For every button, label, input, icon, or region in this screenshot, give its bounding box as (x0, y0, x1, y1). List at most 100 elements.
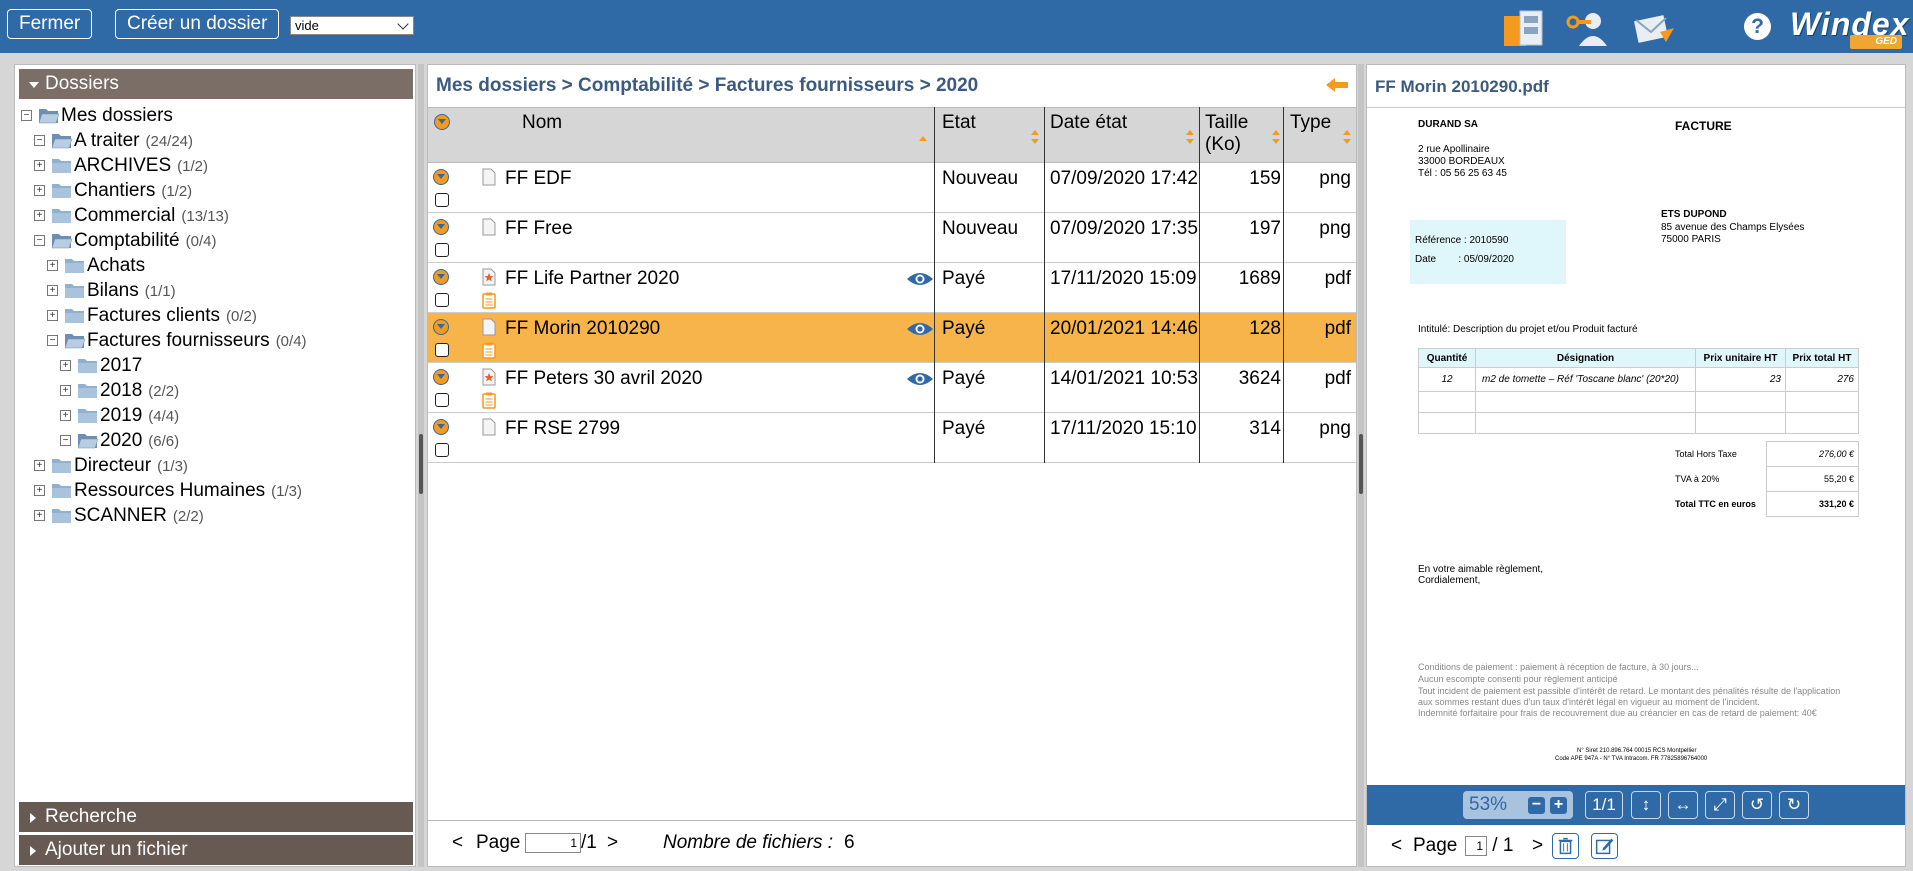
fit-width-icon[interactable]: ↔ (1668, 791, 1698, 819)
column-divider[interactable] (934, 107, 935, 463)
page-indicator-button[interactable]: 1/1 (1585, 791, 1623, 819)
column-divider[interactable] (1044, 107, 1045, 463)
column-divider[interactable] (1283, 107, 1284, 463)
prev-page-button[interactable]: < (452, 821, 463, 865)
expand-icon[interactable]: + (60, 410, 71, 421)
row-checkbox[interactable] (435, 443, 449, 457)
row-menu-icon[interactable] (433, 419, 449, 435)
splitter-handle[interactable] (1359, 434, 1363, 494)
row-menu-icon[interactable] (433, 219, 449, 235)
row-menu-icon[interactable] (433, 269, 449, 285)
preview-prev-button[interactable]: < (1391, 825, 1402, 866)
back-arrow-icon[interactable] (1326, 77, 1348, 93)
row-menu-icon[interactable] (433, 169, 449, 185)
user-key-icon[interactable] (1565, 8, 1611, 48)
left-splitter[interactable] (418, 64, 424, 867)
preview-page-input[interactable]: 1 (1465, 835, 1487, 856)
expand-icon[interactable]: + (34, 185, 45, 196)
expand-icon[interactable]: + (60, 385, 71, 396)
tree-node[interactable]: − A traiter (24/24) (21, 128, 411, 153)
row-checkbox[interactable] (435, 293, 449, 307)
tree-node[interactable]: + Bilans (1/1) (21, 278, 411, 303)
tree-node[interactable]: − Factures fournisseurs (0/4) (21, 328, 411, 353)
notes-icon[interactable] (482, 292, 496, 309)
sort-icon[interactable] (1185, 128, 1195, 146)
search-section-button[interactable]: Recherche (19, 802, 413, 832)
tree-node[interactable]: − 2020 (6/6) (21, 428, 411, 453)
expand-icon[interactable]: + (34, 460, 45, 471)
zoom-out-icon[interactable]: − (1528, 797, 1545, 814)
edit-icon[interactable] (1591, 833, 1618, 859)
notes-icon[interactable] (482, 342, 496, 359)
fullscreen-icon[interactable]: ⤢ (1705, 791, 1735, 819)
rotate-left-icon[interactable]: ↺ (1742, 791, 1772, 819)
tree-node[interactable]: + Achats (21, 253, 411, 278)
file-row[interactable]: FF Morin 2010290 Payé 20/01/2021 14:46 128 p… (428, 313, 1356, 363)
file-row[interactable]: FF Peters 30 avril 2020 Payé 14/01/2021 10… (428, 363, 1356, 413)
help-icon[interactable]: ? (1744, 13, 1771, 40)
tree-node[interactable]: + Directeur (1/3) (21, 453, 411, 478)
close-button[interactable]: Fermer (7, 9, 93, 39)
file-row[interactable]: FF Free Nouveau 07/09/2020 17:35 197 png (428, 213, 1356, 263)
rotate-right-icon[interactable]: ↻ (1779, 791, 1809, 819)
create-folder-button[interactable]: Créer un dossier (115, 9, 280, 39)
tree-node[interactable]: + Chantiers (1/2) (21, 178, 411, 203)
collapse-icon[interactable]: − (34, 235, 45, 246)
menu-dropdown-icon[interactable] (434, 114, 450, 130)
page-input[interactable]: 1 (525, 832, 581, 853)
sort-icon[interactable] (1030, 128, 1040, 146)
row-checkbox[interactable] (435, 243, 449, 257)
row-menu-icon[interactable] (433, 369, 449, 385)
sort-icon[interactable] (1342, 128, 1352, 146)
next-page-button[interactable]: > (607, 821, 618, 865)
fit-height-icon[interactable]: ↕ (1631, 791, 1661, 819)
add-file-section-button[interactable]: Ajouter un fichier (19, 835, 413, 865)
col-status[interactable]: Etat (938, 108, 1044, 164)
zoom-in-icon[interactable]: + (1550, 797, 1567, 814)
delete-icon[interactable] (1552, 833, 1579, 859)
right-splitter[interactable] (1358, 64, 1364, 867)
row-checkbox[interactable] (435, 343, 449, 357)
file-row[interactable]: FF RSE 2799 Payé 17/11/2020 15:10 314 png (428, 413, 1356, 463)
tree-node[interactable]: + SCANNER (2/2) (21, 503, 411, 528)
collapse-icon[interactable]: − (60, 435, 71, 446)
view-eye-icon[interactable] (906, 321, 934, 337)
tree-node[interactable]: + ARCHIVES (1/2) (21, 153, 411, 178)
preview-next-button[interactable]: > (1532, 825, 1543, 866)
tree-node[interactable]: +2019 (4/4) (21, 403, 411, 428)
row-checkbox[interactable] (435, 193, 449, 207)
tree-node[interactable]: +2017 (21, 353, 411, 378)
view-eye-icon[interactable] (906, 371, 934, 387)
expand-icon[interactable]: + (47, 310, 58, 321)
notes-icon[interactable] (482, 392, 496, 409)
tree-node[interactable]: +2018 (2/2) (21, 378, 411, 403)
expand-icon[interactable]: + (60, 360, 71, 371)
sort-icon[interactable] (1271, 128, 1281, 146)
tree-node[interactable]: − Comptabilité (0/4) (21, 228, 411, 253)
expand-icon[interactable]: + (47, 260, 58, 271)
row-checkbox[interactable] (435, 393, 449, 407)
splitter-handle[interactable] (419, 434, 423, 494)
archive-door-icon[interactable] (1502, 8, 1548, 48)
expand-icon[interactable]: + (34, 210, 45, 221)
template-select[interactable]: vide (290, 16, 414, 35)
folders-header[interactable]: Dossiers (19, 69, 413, 99)
expand-icon[interactable]: + (34, 485, 45, 496)
expand-icon[interactable]: + (34, 160, 45, 171)
expand-icon[interactable]: + (47, 285, 58, 296)
tree-node[interactable]: + Ressources Humaines (1/3) (21, 478, 411, 503)
collapse-icon[interactable]: − (34, 135, 45, 146)
tree-node[interactable]: − Mes dossiers (21, 103, 411, 128)
sort-asc-icon[interactable] (918, 128, 928, 146)
row-menu-icon[interactable] (433, 319, 449, 335)
view-eye-icon[interactable] (906, 271, 934, 287)
col-type[interactable]: Type (1286, 108, 1356, 164)
tree-node[interactable]: + Factures clients (0/2) (21, 303, 411, 328)
file-row[interactable]: FF Life Partner 2020 Payé 17/11/2020 15:09… (428, 263, 1356, 313)
select-all-menu[interactable] (432, 108, 462, 164)
tree-node[interactable]: + Commercial (13/13) (21, 203, 411, 228)
col-name[interactable]: Nom (518, 108, 932, 164)
breadcrumb[interactable]: Mes dossiers > Comptabilité > Factures f… (436, 75, 978, 97)
column-divider[interactable] (1199, 107, 1200, 463)
col-date[interactable]: Date état (1046, 108, 1199, 164)
